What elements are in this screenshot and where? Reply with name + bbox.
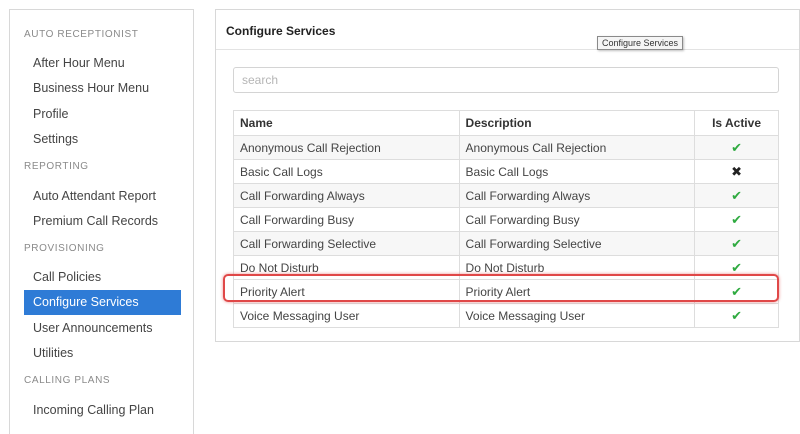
check-icon: ✔ — [731, 283, 742, 299]
sidebar-item-call-policies[interactable]: Call Policies — [24, 265, 181, 290]
service-name: Voice Messaging User — [233, 303, 460, 328]
service-description: Call Forwarding Busy — [458, 207, 696, 232]
check-icon: ✔ — [731, 307, 742, 323]
panel-header: Configure Services — [216, 10, 799, 50]
sidebar-item-profile[interactable]: Profile — [24, 102, 181, 127]
service-description: Basic Call Logs — [458, 159, 696, 184]
table-row[interactable]: Call Forwarding Always Call Forwarding A… — [233, 183, 779, 208]
service-description: Priority Alert — [458, 279, 696, 304]
active-status[interactable]: ✔ — [694, 231, 779, 256]
section-provisioning: PROVISIONING — [24, 243, 105, 254]
service-description: Call Forwarding Always — [458, 183, 696, 208]
table-row-priority-alert[interactable]: Priority Alert Priority Alert ✔ — [233, 279, 779, 304]
tooltip: Configure Services — [597, 36, 684, 50]
sidebar-item-auto-attendant-report[interactable]: Auto Attendant Report — [24, 184, 181, 209]
search-input[interactable] — [233, 67, 779, 93]
section-auto-receptionist: AUTO RECEPTIONIST — [24, 29, 139, 40]
section-calling-plans: CALLING PLANS — [24, 375, 111, 386]
section-reporting: REPORTING — [24, 161, 89, 172]
table-header-row: Name Description Is Active — [233, 110, 779, 136]
active-status[interactable]: ✔ — [694, 279, 779, 304]
table-row[interactable]: Basic Call Logs Basic Call Logs ✖ — [233, 159, 779, 184]
table-row[interactable]: Do Not Disturb Do Not Disturb ✔ — [233, 255, 779, 280]
check-icon: ✔ — [731, 187, 742, 203]
cross-icon: ✖ — [731, 163, 742, 179]
service-name: Priority Alert — [233, 279, 460, 304]
active-status[interactable]: ✔ — [694, 255, 779, 280]
column-header-is-active[interactable]: Is Active — [694, 110, 779, 136]
service-description: Anonymous Call Rejection — [458, 135, 696, 160]
sidebar-item-business-hour-menu[interactable]: Business Hour Menu — [24, 76, 181, 101]
sidebar: AUTO RECEPTIONIST After Hour Menu Busine… — [9, 9, 194, 434]
check-icon: ✔ — [731, 235, 742, 251]
check-icon: ✔ — [731, 139, 742, 155]
active-status[interactable]: ✔ — [694, 207, 779, 232]
service-name: Basic Call Logs — [233, 159, 460, 184]
service-description: Voice Messaging User — [458, 303, 696, 328]
active-status[interactable]: ✔ — [694, 183, 779, 208]
check-icon: ✔ — [731, 211, 742, 227]
sidebar-item-premium-call-records[interactable]: Premium Call Records — [24, 209, 181, 234]
active-status[interactable]: ✔ — [694, 135, 779, 160]
sidebar-item-utilities[interactable]: Utilities — [24, 341, 181, 366]
sidebar-item-incoming-calling-plan[interactable]: Incoming Calling Plan — [24, 398, 181, 423]
table-row[interactable]: Call Forwarding Busy Call Forwarding Bus… — [233, 207, 779, 232]
service-name: Call Forwarding Selective — [233, 231, 460, 256]
check-icon: ✔ — [731, 259, 742, 275]
service-name: Call Forwarding Busy — [233, 207, 460, 232]
active-status[interactable]: ✖ — [694, 159, 779, 184]
service-name: Anonymous Call Rejection — [233, 135, 460, 160]
sidebar-item-configure-services[interactable]: Configure Services — [24, 290, 181, 315]
table-row[interactable]: Anonymous Call Rejection Anonymous Call … — [233, 135, 779, 160]
sidebar-item-after-hour-menu[interactable]: After Hour Menu — [24, 51, 181, 76]
active-status[interactable]: ✔ — [694, 303, 779, 328]
table-row[interactable]: Voice Messaging User Voice Messaging Use… — [233, 303, 779, 328]
service-name: Call Forwarding Always — [233, 183, 460, 208]
sidebar-item-user-announcements[interactable]: User Announcements — [24, 316, 181, 341]
service-description: Do Not Disturb — [458, 255, 696, 280]
sidebar-item-settings[interactable]: Settings — [24, 127, 181, 152]
service-description: Call Forwarding Selective — [458, 231, 696, 256]
services-table: Name Description Is Active Anonymous Cal… — [233, 110, 779, 328]
service-name: Do Not Disturb — [233, 255, 460, 280]
column-header-description[interactable]: Description — [458, 110, 696, 136]
panel-title: Configure Services — [226, 24, 336, 38]
column-header-name[interactable]: Name — [233, 110, 460, 136]
table-row[interactable]: Call Forwarding Selective Call Forwardin… — [233, 231, 779, 256]
